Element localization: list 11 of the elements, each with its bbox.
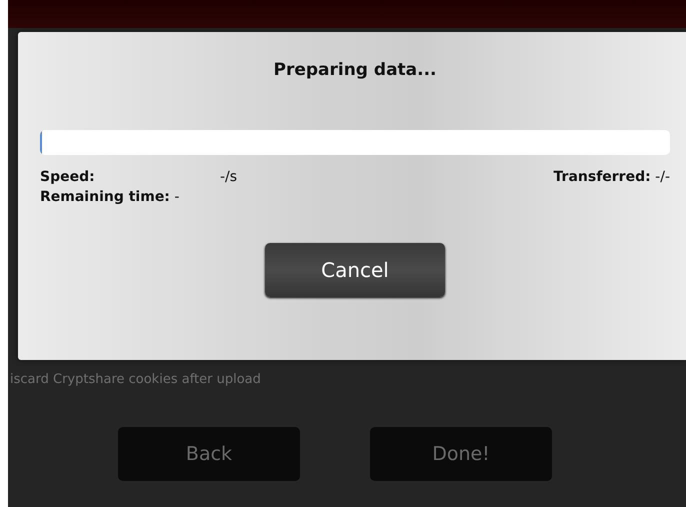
remaining-time-label: Remaining time: (40, 189, 170, 205)
speed-value: -/s (220, 169, 238, 185)
option-label: iscard Cryptshare cookies after upload (9, 371, 262, 387)
remaining-time-value: - (174, 189, 180, 205)
done-button[interactable]: Done! (370, 427, 552, 481)
transferred-value: -/- (655, 169, 670, 185)
back-button[interactable]: Back (118, 427, 300, 481)
dialog-title: Preparing data... (272, 60, 438, 80)
speed-label: Speed: (40, 169, 96, 185)
transferred-label: Transferred: (554, 169, 651, 185)
cancel-button[interactable]: Cancel (265, 243, 445, 297)
